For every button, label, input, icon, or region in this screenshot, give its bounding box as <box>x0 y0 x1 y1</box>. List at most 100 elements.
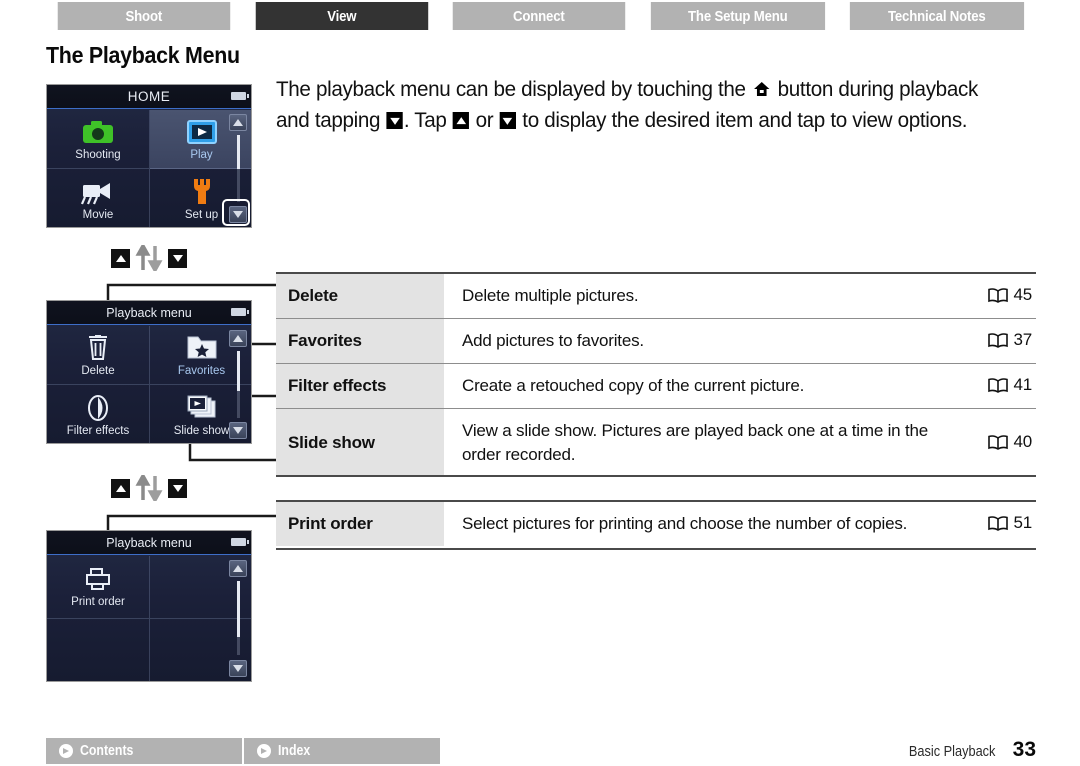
printer-icon <box>85 564 111 594</box>
screen-home-title-text: HOME <box>127 89 171 104</box>
arrow-right-circle-icon <box>257 744 271 758</box>
row-ref-slide-show: 40 <box>964 409 1036 478</box>
scroll-up-button-home[interactable] <box>229 114 247 131</box>
footer-navigation: Contents Index <box>46 738 440 764</box>
scrollbar-track-playback-1[interactable] <box>237 351 240 418</box>
scroll-up-button-playback-1[interactable] <box>229 330 247 347</box>
down-arrow-icon-1 <box>386 112 403 129</box>
trash-icon <box>86 333 110 363</box>
row-ref-favorites: 37 <box>964 319 1036 364</box>
row-desc-slide-show: View a slide show. Pictures are played b… <box>462 421 928 464</box>
row-desc-print-order: Select pictures for printing and choose … <box>462 514 908 533</box>
row-name-favorites: Favorites <box>276 318 444 364</box>
scrollbar-thumb-playback-2[interactable] <box>237 581 240 637</box>
screen-title-home: HOME <box>47 85 251 109</box>
filter-effects-icon <box>87 393 109 423</box>
playback-item-favorites-label: Favorites <box>177 365 226 377</box>
row-desc-delete: Delete multiple pictures. <box>462 286 639 305</box>
movie-camera-icon <box>81 177 115 207</box>
playback-menu-table-part1: Delete Delete multiple pictures. 45 Favo… <box>276 272 1036 477</box>
index-button[interactable]: Index <box>244 738 440 764</box>
contents-button[interactable]: Contents <box>46 738 242 764</box>
screen-playback-1-title-text: Playback menu <box>106 305 192 320</box>
home-item-play-label: Play <box>190 149 213 161</box>
screen-title-playback-1: Playback menu <box>47 301 251 325</box>
index-button-label: Index <box>278 743 311 759</box>
up-arrow-icon-1 <box>452 112 470 129</box>
tab-connect-label: Connect <box>513 7 565 25</box>
book-icon <box>988 434 1009 455</box>
table-part1-bottom-rule <box>276 475 1036 477</box>
playback-item-print-order[interactable]: Print order <box>47 556 150 619</box>
scrollbar-track-playback-2[interactable] <box>237 581 240 655</box>
arrow-right-circle-icon <box>59 744 73 758</box>
tab-view[interactable]: View <box>255 2 428 30</box>
book-icon <box>988 332 1009 353</box>
top-tab-bar: Shoot View Connect The Setup Menu Techni… <box>46 2 1036 30</box>
scroll-down-button-playback-2[interactable] <box>229 660 247 677</box>
camera-screen-home: HOME Shooting Play Movie Set up <box>46 84 252 228</box>
scroll-up-button-playback-2[interactable] <box>229 560 247 577</box>
intro-text-part1: The playback menu can be displayed by to… <box>276 77 752 101</box>
navigation-arrows-1 <box>109 245 189 271</box>
row-desc-favorites: Add pictures to favorites. <box>462 331 644 350</box>
tab-technical-notes[interactable]: Technical Notes <box>850 2 1025 30</box>
tab-connect[interactable]: Connect <box>452 2 626 30</box>
table-row[interactable]: Favorites Add pictures to favorites. 37 <box>276 318 1036 364</box>
book-icon <box>988 287 1009 308</box>
table-row[interactable]: Delete Delete multiple pictures. 45 <box>276 273 1036 319</box>
playback-menu-grid-2: Print order <box>47 556 251 681</box>
playback-menu-grid-1: Delete Favorites Filter effects Slide sh… <box>47 326 251 443</box>
up-down-flow-arrows-1 <box>135 245 163 271</box>
playback-item-delete[interactable]: Delete <box>47 326 150 385</box>
up-button-icon-1[interactable] <box>111 248 130 268</box>
book-icon <box>988 515 1009 536</box>
scrollbar-thumb-playback-1[interactable] <box>237 351 240 391</box>
row-name-slide-show: Slide show <box>276 408 444 477</box>
row-page-print-order: 51 <box>1013 512 1032 532</box>
camera-screen-playback-menu-2: Playback menu Print order <box>46 530 252 682</box>
table-row[interactable]: Print order Select pictures for printing… <box>276 501 1036 546</box>
table-row[interactable]: Filter effects Create a retouched copy o… <box>276 363 1036 409</box>
tab-setup-menu-label: The Setup Menu <box>687 7 788 25</box>
intro-text-part4: or <box>470 108 499 132</box>
screen-playback-2-title-text: Playback menu <box>106 535 192 550</box>
navigation-arrows-2 <box>109 475 189 501</box>
footer-section-label: Basic Playback <box>909 744 996 760</box>
tab-shoot[interactable]: Shoot <box>57 2 230 30</box>
row-ref-delete: 45 <box>964 273 1036 319</box>
row-page-filter-effects: 41 <box>1013 374 1032 394</box>
up-button-icon-2[interactable] <box>111 478 130 498</box>
footer-page-number: 33 <box>1012 738 1036 761</box>
play-icon <box>186 117 218 147</box>
row-desc-filter-effects: Create a retouched copy of the current p… <box>462 376 805 395</box>
down-button-icon-1[interactable] <box>168 248 187 268</box>
wrench-icon <box>190 177 214 207</box>
home-item-setup-label: Set up <box>184 208 219 221</box>
scroll-down-button-playback-1[interactable] <box>229 422 247 439</box>
camera-icon <box>82 117 114 147</box>
table-part2-bottom-rule <box>276 548 1036 550</box>
home-item-shooting[interactable]: Shooting <box>47 110 150 169</box>
highlight-ring-home <box>222 199 250 226</box>
playback-item-slide-show-label: Slide show <box>173 424 230 437</box>
row-ref-print-order: 51 <box>964 501 1036 546</box>
row-name-delete: Delete <box>276 273 444 319</box>
down-button-icon-2[interactable] <box>168 478 187 498</box>
playback-item-delete-label: Delete <box>81 365 115 377</box>
scrollbar-thumb-home[interactable] <box>237 135 240 169</box>
intro-paragraph: The playback menu can be displayed by to… <box>276 74 1006 136</box>
home-button-icon <box>753 76 770 96</box>
playback-item-print-order-label: Print order <box>71 596 125 608</box>
battery-icon <box>231 92 249 100</box>
battery-icon <box>231 538 249 546</box>
playback-item-filter-effects[interactable]: Filter effects <box>47 385 150 443</box>
table-row[interactable]: Slide show View a slide show. Pictures a… <box>276 408 1036 478</box>
scrollbar-track-home[interactable] <box>237 135 240 202</box>
tab-technical-notes-label: Technical Notes <box>888 7 987 25</box>
row-page-delete: 45 <box>1013 284 1032 304</box>
home-item-movie[interactable]: Movie <box>47 169 150 227</box>
tab-the-setup-menu[interactable]: The Setup Menu <box>650 2 825 30</box>
row-name-print-order: Print order <box>276 501 444 546</box>
up-down-flow-arrows-2 <box>135 475 163 501</box>
